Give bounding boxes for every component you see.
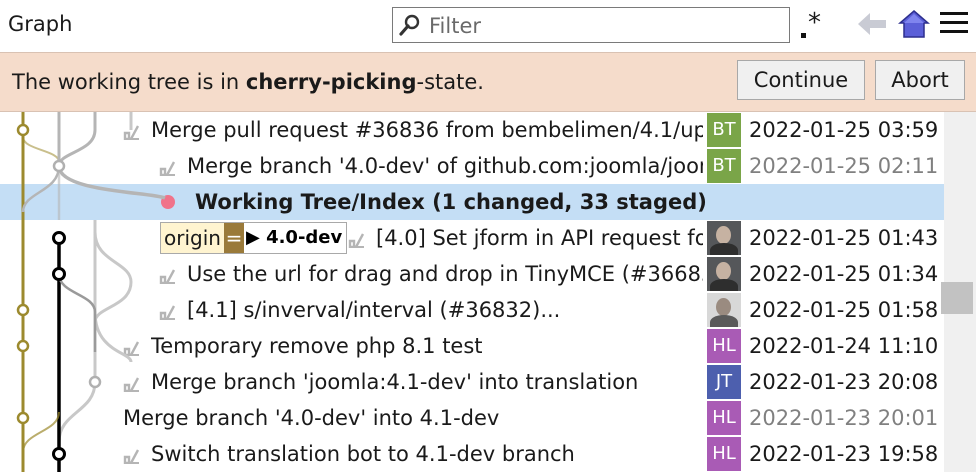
commit-date: 2022-01-25 02:11	[749, 154, 939, 178]
branch-ref-label: ▶ 4.0-dev	[243, 223, 347, 253]
regex-dot-icon	[801, 33, 806, 38]
author-avatar-photo	[707, 257, 741, 291]
panel-title: Graph	[8, 12, 73, 36]
commit-message: Use the url for drag and drop in TinyMCE…	[187, 262, 703, 286]
commit-date: 2022-01-25 01:58	[749, 298, 939, 322]
commit-date: 2022-01-25 01:43	[749, 226, 939, 250]
commit-message: [4.0] Set jform in API request for form …	[376, 226, 703, 250]
graph-lane-grey	[21, 112, 166, 443]
commit-message: [4.1] s/inverval/interval (#36832)...	[187, 298, 561, 322]
home-icon[interactable]	[898, 9, 930, 39]
hamburger-menu-icon[interactable]	[940, 12, 968, 36]
regex-star-icon: *	[808, 8, 821, 38]
cherry-pick-banner: The working tree is in cherry-picking-st…	[0, 52, 976, 112]
commit-message: Merge branch 'joomla:4.1-dev' into trans…	[151, 370, 639, 394]
commit-date: 2022-01-23 20:08	[749, 370, 939, 394]
author-avatar-photo	[707, 221, 741, 255]
back-arrow-icon[interactable]	[856, 10, 888, 38]
search-icon	[399, 14, 420, 36]
abort-button[interactable]: Abort	[875, 60, 965, 100]
commit-date: 2022-01-25 03:59	[749, 118, 939, 142]
commit-date: 2022-01-25 01:34	[749, 262, 939, 286]
author-avatar: BT	[707, 149, 741, 183]
commit-message: Merge pull request #36836 from bembelime…	[151, 118, 703, 142]
commit-date: 2022-01-24 11:10	[749, 334, 939, 358]
ref-separator: =	[223, 223, 244, 253]
author-avatar: HL	[707, 401, 741, 435]
commit-message: Working Tree/Index (1 changed, 33 staged…	[195, 190, 707, 214]
commit-date: 2022-01-23 20:01	[749, 406, 939, 430]
banner-message: The working tree is in cherry-picking-st…	[12, 70, 484, 94]
header-bar: Graph *	[0, 0, 976, 52]
author-avatar: HL	[707, 437, 741, 471]
author-avatar-photo	[707, 293, 741, 327]
commit-date: 2022-01-23 19:58	[749, 442, 939, 466]
commit-message: Merge branch '4.0-dev' into 4.1-dev	[123, 406, 500, 430]
filter-field[interactable]	[392, 7, 790, 43]
scrollbar-thumb[interactable]	[941, 282, 973, 314]
banner-state: cherry-picking	[245, 70, 417, 94]
filter-input[interactable]	[427, 10, 787, 42]
commit-message: Merge branch '4.0-dev' of github.com:joo…	[187, 154, 703, 178]
cherry-pick-icon	[348, 233, 365, 248]
commit-message: Switch translation bot to 4.1-dev branch	[151, 442, 575, 466]
author-avatar: BT	[707, 113, 741, 147]
author-avatar: HL	[707, 329, 741, 363]
regex-toggle-button[interactable]: *	[800, 8, 828, 42]
git-graph-window: Graph * The working tree is in cherry-pi…	[0, 0, 976, 472]
commit-graph	[16, 112, 166, 472]
commit-list[interactable]: Merge pull request #36836 from bembelime…	[0, 112, 944, 472]
author-avatar: JT	[707, 365, 741, 399]
continue-button[interactable]: Continue	[737, 60, 865, 100]
commit-message: Temporary remove php 8.1 test	[151, 334, 483, 358]
